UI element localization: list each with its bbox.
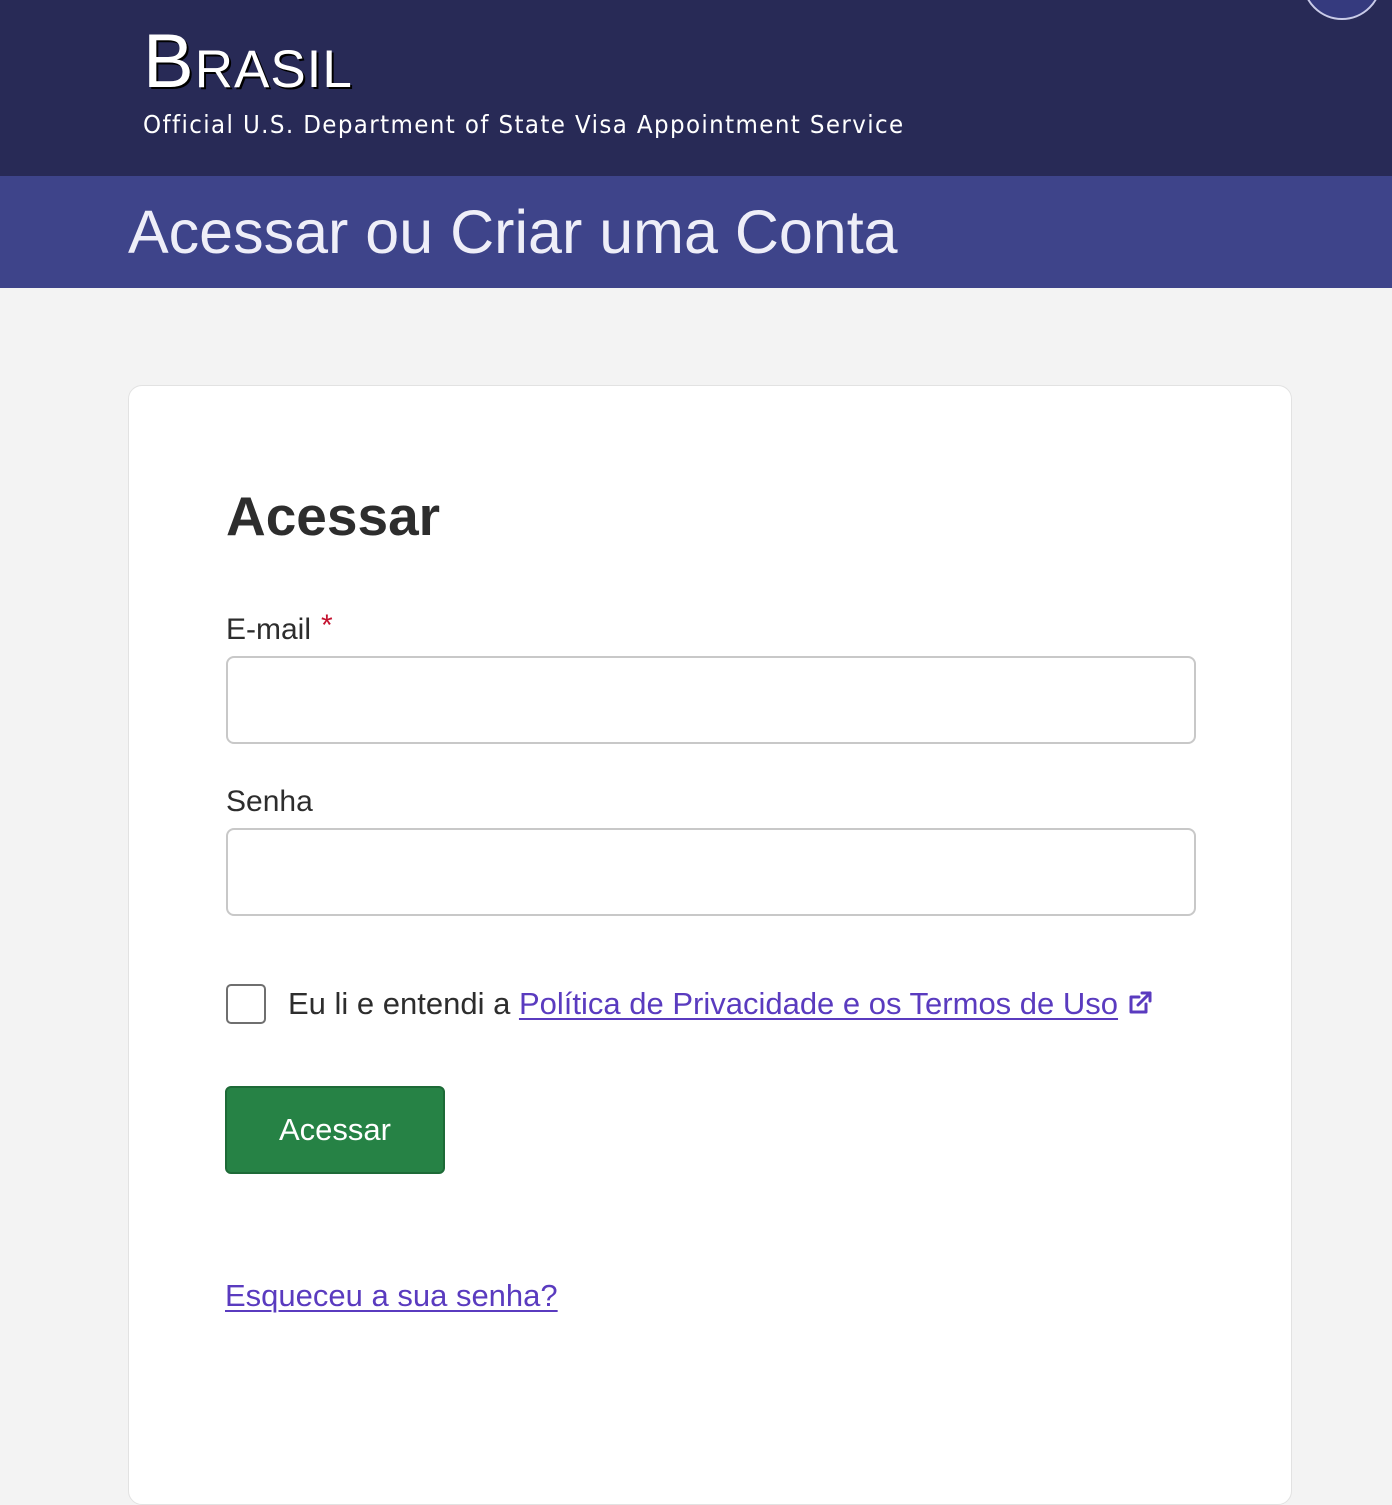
email-label-text: E-mail [226,613,312,646]
email-label: E-mail * [226,609,333,647]
external-link-icon[interactable] [1126,989,1154,1017]
forgot-password-link[interactable]: Esqueceu a sua senha? [225,1276,558,1316]
login-heading: Acessar [226,485,441,547]
title-bar: Acessar ou Criar uma Conta [0,176,1392,288]
consent-statement: Eu li e entendi a [288,986,511,1021]
menu-toggle-button[interactable] [1302,0,1382,20]
privacy-terms-link[interactable]: Política de Privacidade e os Termos de U… [519,986,1118,1021]
password-label: Senha [226,785,313,818]
consent-text: Eu li e entendi a Política de Privacidad… [288,984,1154,1024]
login-button[interactable]: Acessar [225,1086,445,1174]
country-logo: Brasil [143,19,353,104]
site-header: Brasil Official U.S. Department of State… [0,0,1392,176]
privacy-terms-link-label: Política de Privacidade e os Termos de U… [518,986,1119,1021]
page-title: Acessar ou Criar uma Conta [128,198,898,266]
site-tagline: Official U.S. Department of State Visa A… [143,110,905,139]
password-field[interactable] [226,828,1196,916]
consent-checkbox[interactable] [226,984,266,1024]
login-card: Acessar E-mail * Senha Eu li e entendi a … [128,385,1292,1505]
email-field[interactable] [226,656,1196,744]
required-asterisk: * [321,609,333,642]
consent-row: Eu li e entendi a Política de Privacidad… [226,981,1154,1027]
